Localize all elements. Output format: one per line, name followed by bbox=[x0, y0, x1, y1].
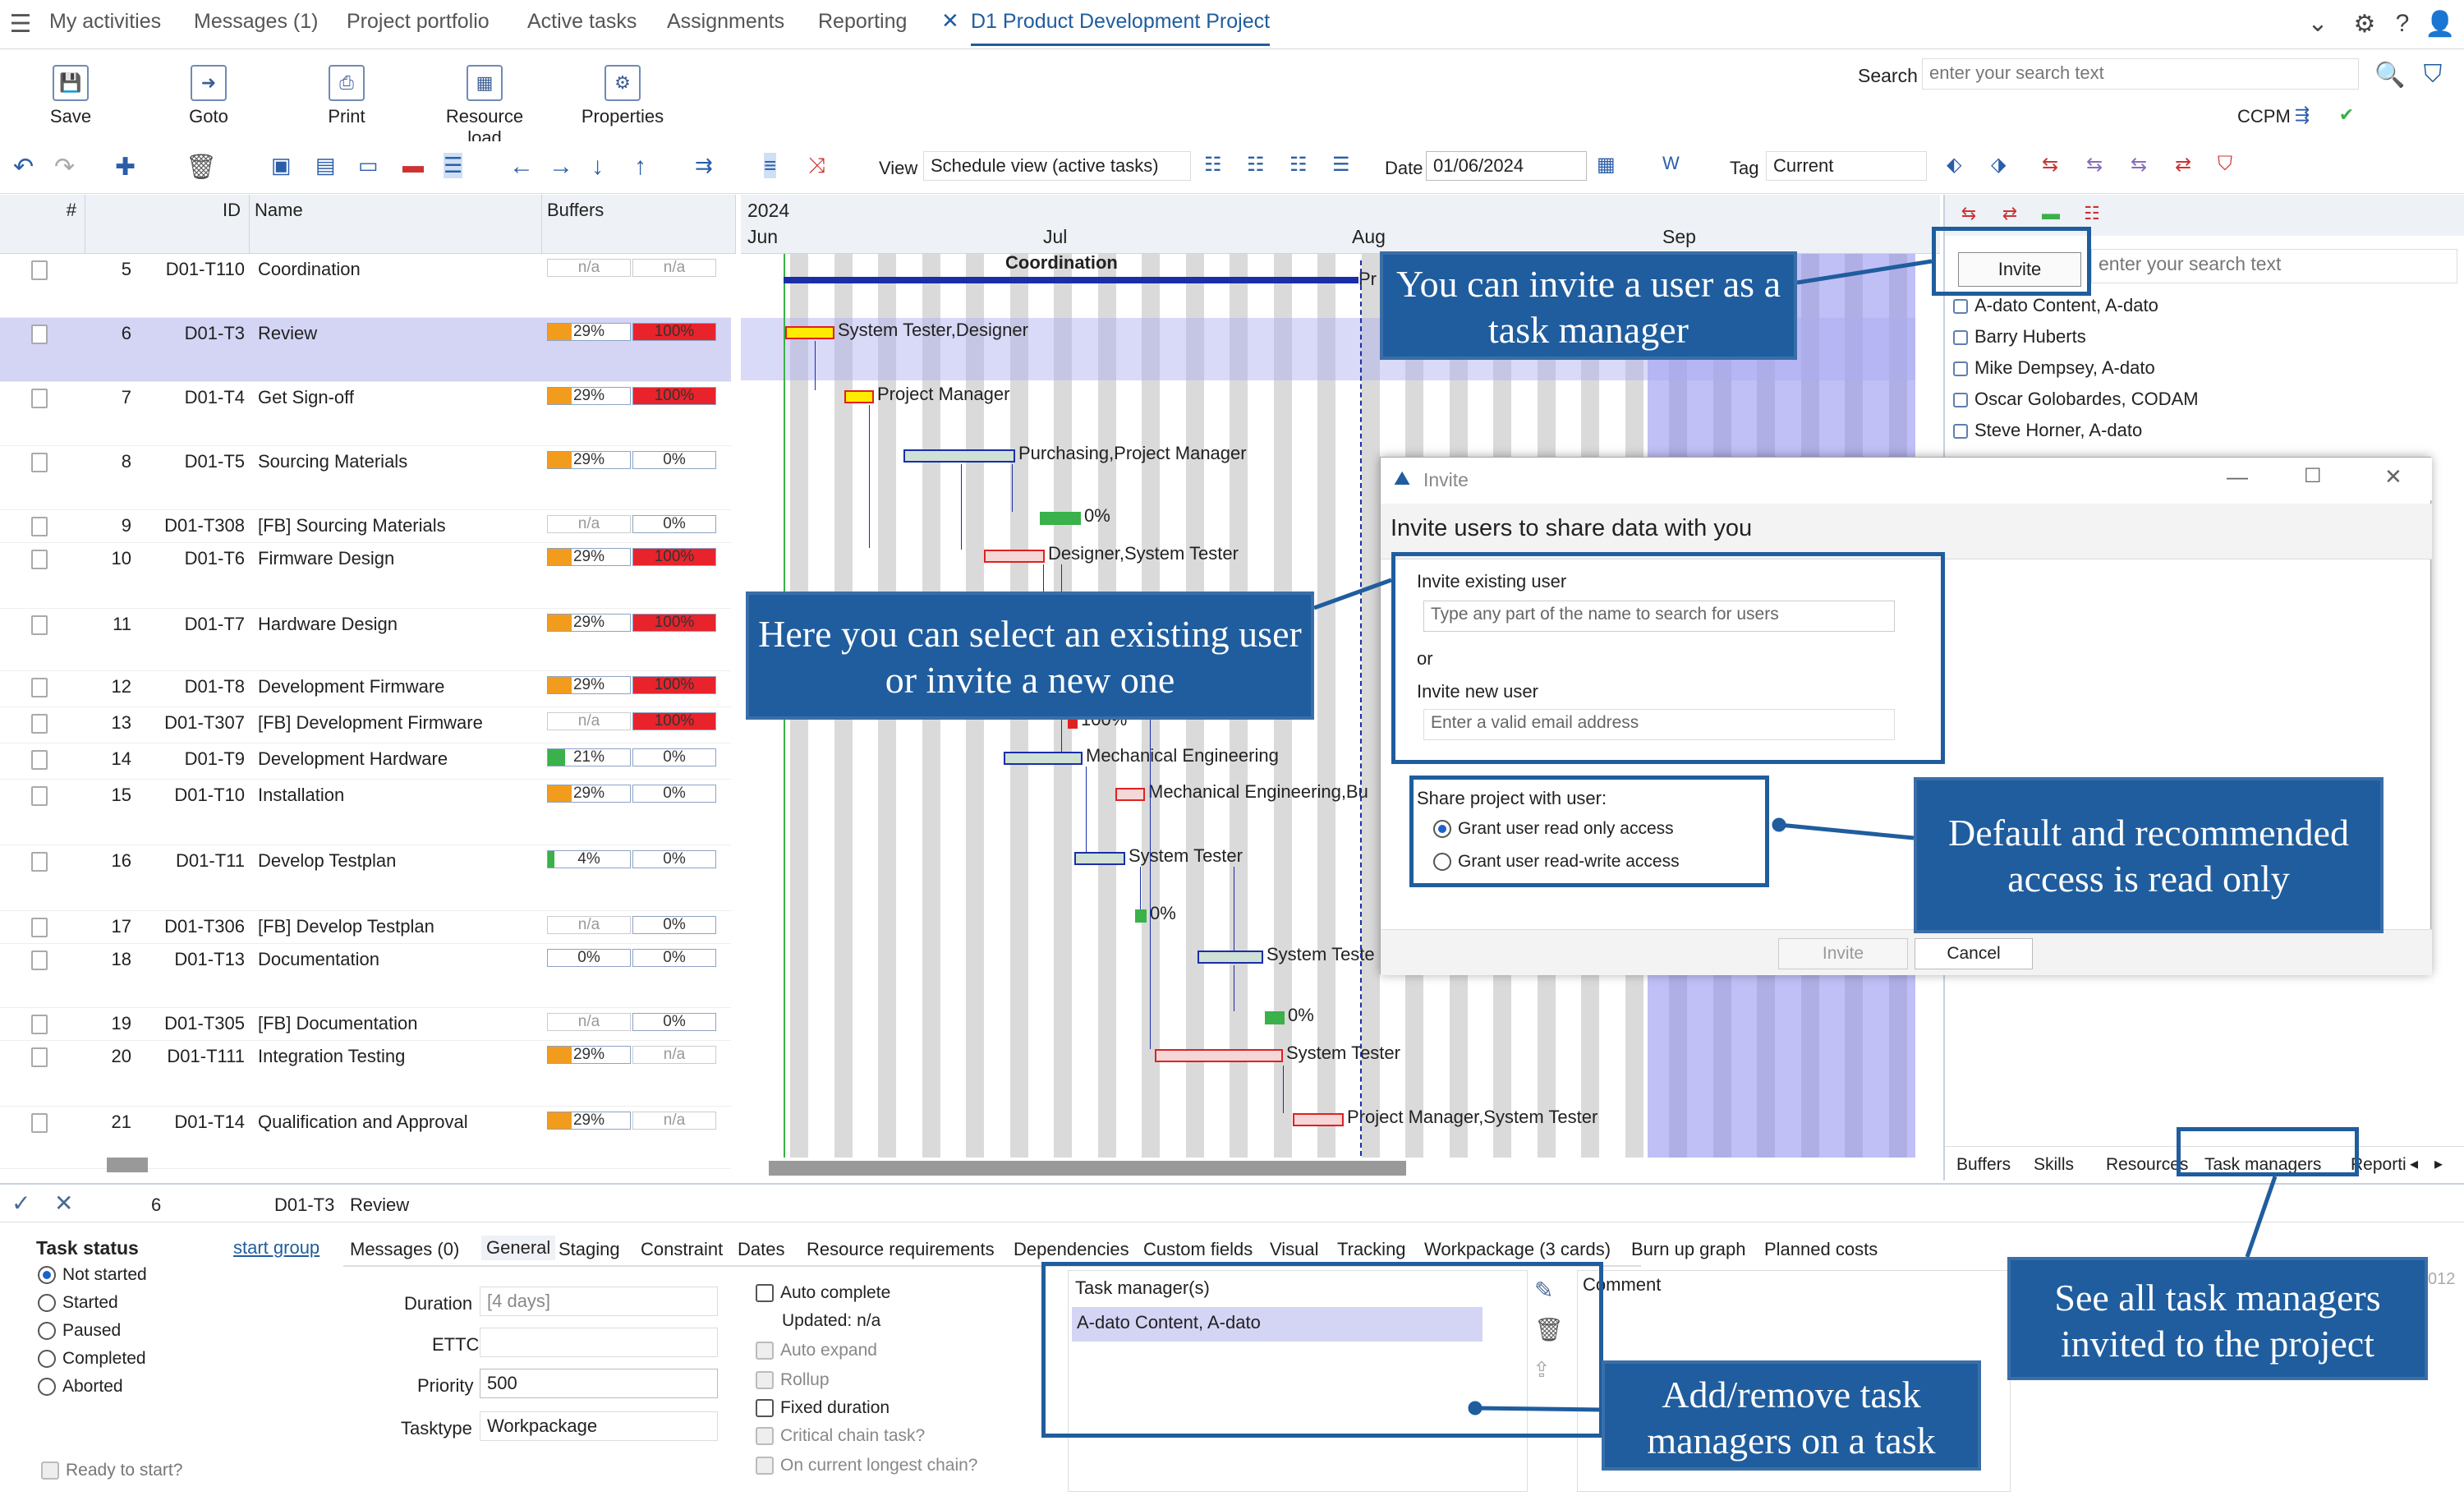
callout-task-managers: See all task managers invited to the pro… bbox=[2007, 1257, 2428, 1380]
callout-select-user: Here you can select an existing user or … bbox=[746, 591, 1314, 720]
callout-invite-task-manager: You can invite a user as a task manager bbox=[1380, 251, 1797, 360]
callout-add-remove: Add/remove task managers on a task bbox=[1602, 1360, 1981, 1471]
callout-read-only: Default and recommended access is read o… bbox=[1914, 777, 2384, 933]
